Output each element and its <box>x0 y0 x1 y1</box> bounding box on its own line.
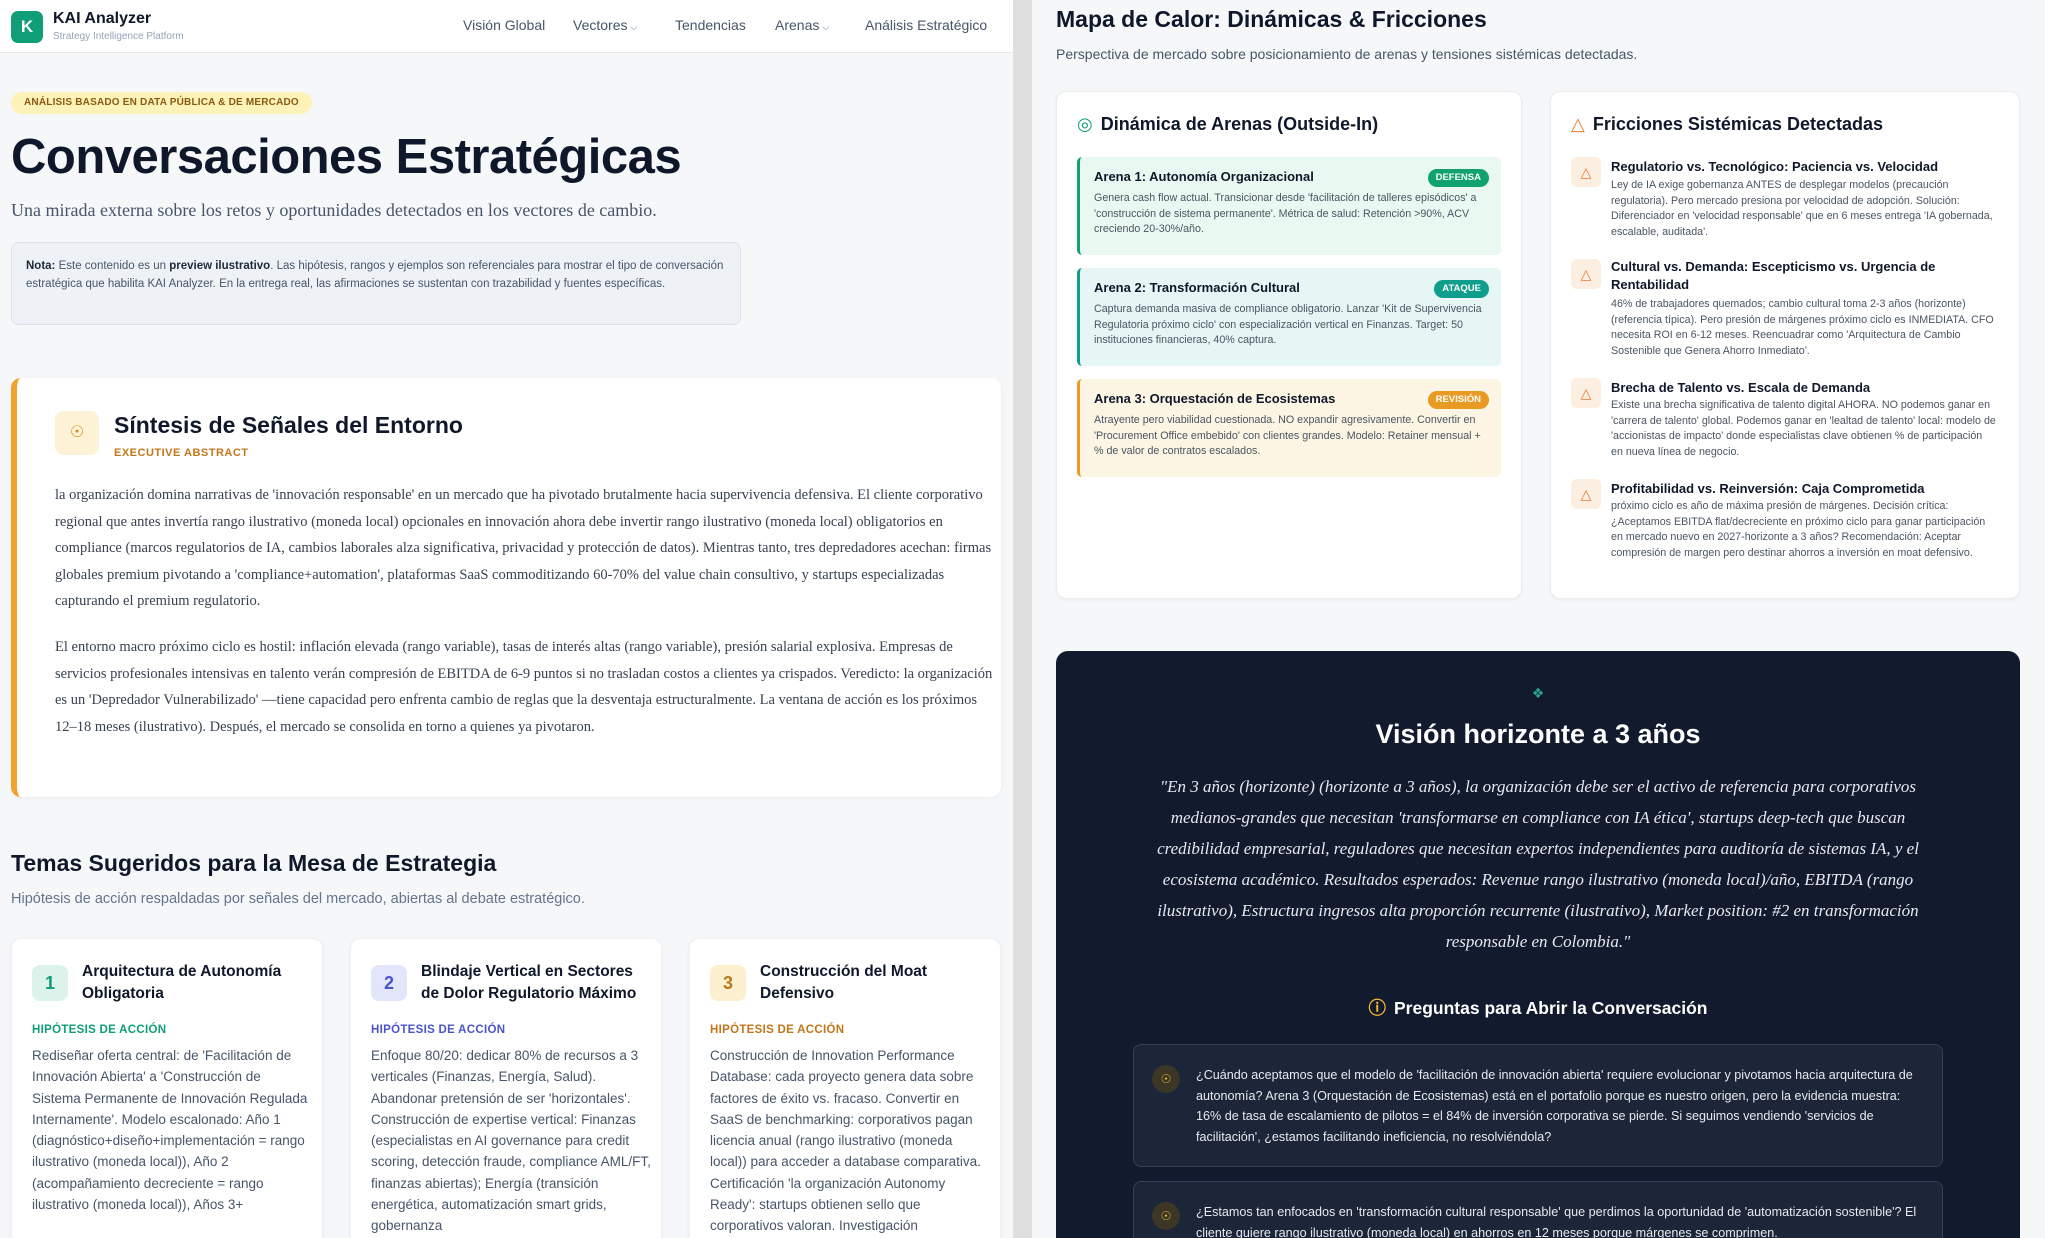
frictions-panel: △ Fricciones Sistémicas Detectadas △ Regu… <box>1550 91 2020 599</box>
topic-label: HIPÓTESIS DE ACCIÓN <box>710 1024 845 1036</box>
note-text: Este contenido es un <box>55 260 170 272</box>
topic-card-1[interactable]: 1 Arquitectura de Autonomía Obligatoria … <box>11 938 323 1238</box>
topic-title: Arquitectura de Autonomía Obligatoria <box>82 963 282 1002</box>
topic-label: HIPÓTESIS DE ACCIÓN <box>32 1024 167 1036</box>
vision-title: Visión horizonte a 3 años <box>1375 719 1701 749</box>
app-logo[interactable]: K <box>11 11 43 43</box>
topic-number: 2 <box>371 965 407 1001</box>
alert-icon: △ <box>1571 157 1601 187</box>
friction-text: Existe una brecha significativa de talen… <box>1611 399 1996 458</box>
lightbulb-icon: ☉ <box>55 411 99 455</box>
note-emphasis: preview ilustrativo <box>169 260 271 272</box>
topic-title: Blindaje Vertical en Sectores de Dolor R… <box>421 963 637 1002</box>
friction-text: Ley de IA exige gobernanza ANTES de desp… <box>1611 179 1993 238</box>
question-card-2[interactable]: ☉ ¿Estamos tan enfocados en 'transformac… <box>1133 1181 1943 1238</box>
chevron-down-icon: ⌵ <box>822 22 830 32</box>
note-label: Nota: <box>26 260 56 272</box>
exec-title: Síntesis de Señales del Entorno <box>114 412 463 438</box>
question-card-1[interactable]: ☉ ¿Cuándo aceptamos que el modelo de 'fa… <box>1133 1044 1943 1167</box>
topic-text: Construcción de Innovation Performance D… <box>710 1048 981 1234</box>
friction-text: próximo ciclo es año de máxima presión d… <box>1611 500 1986 559</box>
heatmap-title: Mapa de Calor: Dinámicas & Fricciones <box>1056 6 1487 32</box>
nav-item-arenas[interactable]: Arenas ⌵ <box>775 17 829 33</box>
question-icon: ⓘ <box>1368 998 1387 1018</box>
topic-label: HIPÓTESIS DE ACCIÓN <box>371 1024 506 1036</box>
arena-status-badge: ATAQUE <box>1434 280 1489 298</box>
topic-text: Enfoque 80/20: dedicar 80% de recursos a… <box>371 1048 651 1234</box>
preview-note: Nota: Este contenido es un preview ilust… <box>11 242 741 325</box>
questions-title: ⓘ Preguntas para Abrir la Conversación <box>1368 998 1708 1018</box>
left-panel: K KAI Analyzer Strategy Intelligence Pla… <box>0 0 1013 1238</box>
arena-text: Atrayente pero viabilidad cuestionada. N… <box>1094 414 1481 457</box>
arena-card-1[interactable]: Arena 1: Autonomía Organizacional DEFENS… <box>1077 157 1501 255</box>
warning-icon: △ <box>1571 114 1585 134</box>
vision-section: ❖ Visión horizonte a 3 años "En 3 años (… <box>1056 651 2020 1238</box>
alert-icon: △ <box>1571 259 1601 289</box>
arena-status-badge: REVISIÓN <box>1427 391 1489 409</box>
target-icon: ◎ <box>1077 114 1093 134</box>
brand-name[interactable]: KAI Analyzer <box>53 10 151 28</box>
split-divider[interactable] <box>1013 0 1032 1238</box>
friction-text: 46% de trabajadores quemados; cambio cul… <box>1611 298 1994 357</box>
arena-card-2[interactable]: Arena 2: Transformación Cultural ATAQUE … <box>1077 268 1501 366</box>
topic-number: 3 <box>710 965 746 1001</box>
topics-subtitle: Hipótesis de acción respaldadas por seña… <box>11 891 585 907</box>
page-subtitle: Una mirada externa sobre los retos y opo… <box>11 200 657 220</box>
topic-text: Rediseñar oferta central: de 'Facilitaci… <box>32 1048 308 1213</box>
right-panel: Mapa de Calor: Dinámicas & Fricciones Pe… <box>1032 0 2045 1238</box>
chevron-down-icon: ⌵ <box>630 22 638 32</box>
nav-item-tendencias[interactable]: Tendencias <box>675 17 746 33</box>
nav-item-analisis-estrategico[interactable]: Análisis Estratégico <box>865 17 987 33</box>
compass-icon: ❖ <box>1531 685 1545 701</box>
question-text: ¿Cuándo aceptamos que el modelo de 'faci… <box>1196 1068 1913 1144</box>
nav-item-vision-global[interactable]: Visión Global <box>463 17 545 33</box>
executive-abstract-card: ☉ Síntesis de Señales del Entorno EXECUT… <box>11 378 1001 797</box>
question-text: ¿Estamos tan enfocados en 'transformació… <box>1196 1205 1917 1238</box>
arena-status-badge: DEFENSA <box>1427 169 1489 187</box>
friction-title: Profitabilidad vs. Reinversión: Caja Com… <box>1611 481 1925 496</box>
heatmap-subtitle: Perspectiva de mercado sobre posicionami… <box>1056 46 1638 62</box>
alert-icon: △ <box>1571 378 1601 408</box>
topic-card-2[interactable]: 2 Blindaje Vertical en Sectores de Dolor… <box>350 938 662 1238</box>
topics-title: Temas Sugeridos para la Mesa de Estrateg… <box>11 850 497 876</box>
exec-paragraph-1: la organización domina narrativas de 'in… <box>55 487 992 609</box>
frictions-panel-title: △ Fricciones Sistémicas Detectadas <box>1571 114 1883 134</box>
arena-text: Captura demanda masiva de compliance obl… <box>1094 303 1482 346</box>
arena-text: Genera cash flow actual. Transicionar de… <box>1094 192 1477 235</box>
exec-paragraph-2: El entorno macro próximo ciclo es hostil… <box>55 639 993 735</box>
lightbulb-icon: ☉ <box>1152 1202 1180 1230</box>
friction-title: Regulatorio vs. Tecnológico: Paciencia v… <box>1611 159 1939 174</box>
page-title: Conversaciones Estratégicas <box>11 130 682 184</box>
arenas-panel: ◎ Dinámica de Arenas (Outside-In) Arena 1… <box>1056 91 1522 599</box>
vision-quote: "En 3 años (horizonte) (horizonte a 3 añ… <box>1157 777 1919 951</box>
lightbulb-icon: ☉ <box>1152 1065 1180 1093</box>
arena-card-3[interactable]: Arena 3: Orquestación de Ecosistemas REV… <box>1077 379 1501 477</box>
brand-tagline: Strategy Intelligence Platform <box>53 31 184 42</box>
arenas-panel-title: ◎ Dinámica de Arenas (Outside-In) <box>1077 114 1379 134</box>
friction-title: Brecha de Talento vs. Escala de Demanda <box>1611 380 1871 395</box>
topic-number: 1 <box>32 965 68 1001</box>
nav-item-vectores[interactable]: Vectores ⌵ <box>573 17 637 33</box>
arena-name: Arena 2: Transformación Cultural <box>1094 280 1300 295</box>
topic-title: Construcción del Moat Defensivo <box>760 963 928 1002</box>
topic-card-3[interactable]: 3 Construcción del Moat Defensivo HIPÓTE… <box>689 938 1001 1238</box>
friction-title: Cultural vs. Demanda: Escepticismo vs. U… <box>1611 259 1936 292</box>
alert-icon: △ <box>1571 479 1601 509</box>
top-navbar: K KAI Analyzer Strategy Intelligence Pla… <box>0 0 1013 53</box>
data-source-badge: ANÁLISIS BASADO EN DATA PÚBLICA & DE MER… <box>11 92 312 114</box>
exec-subtitle: EXECUTIVE ABSTRACT <box>114 447 249 459</box>
